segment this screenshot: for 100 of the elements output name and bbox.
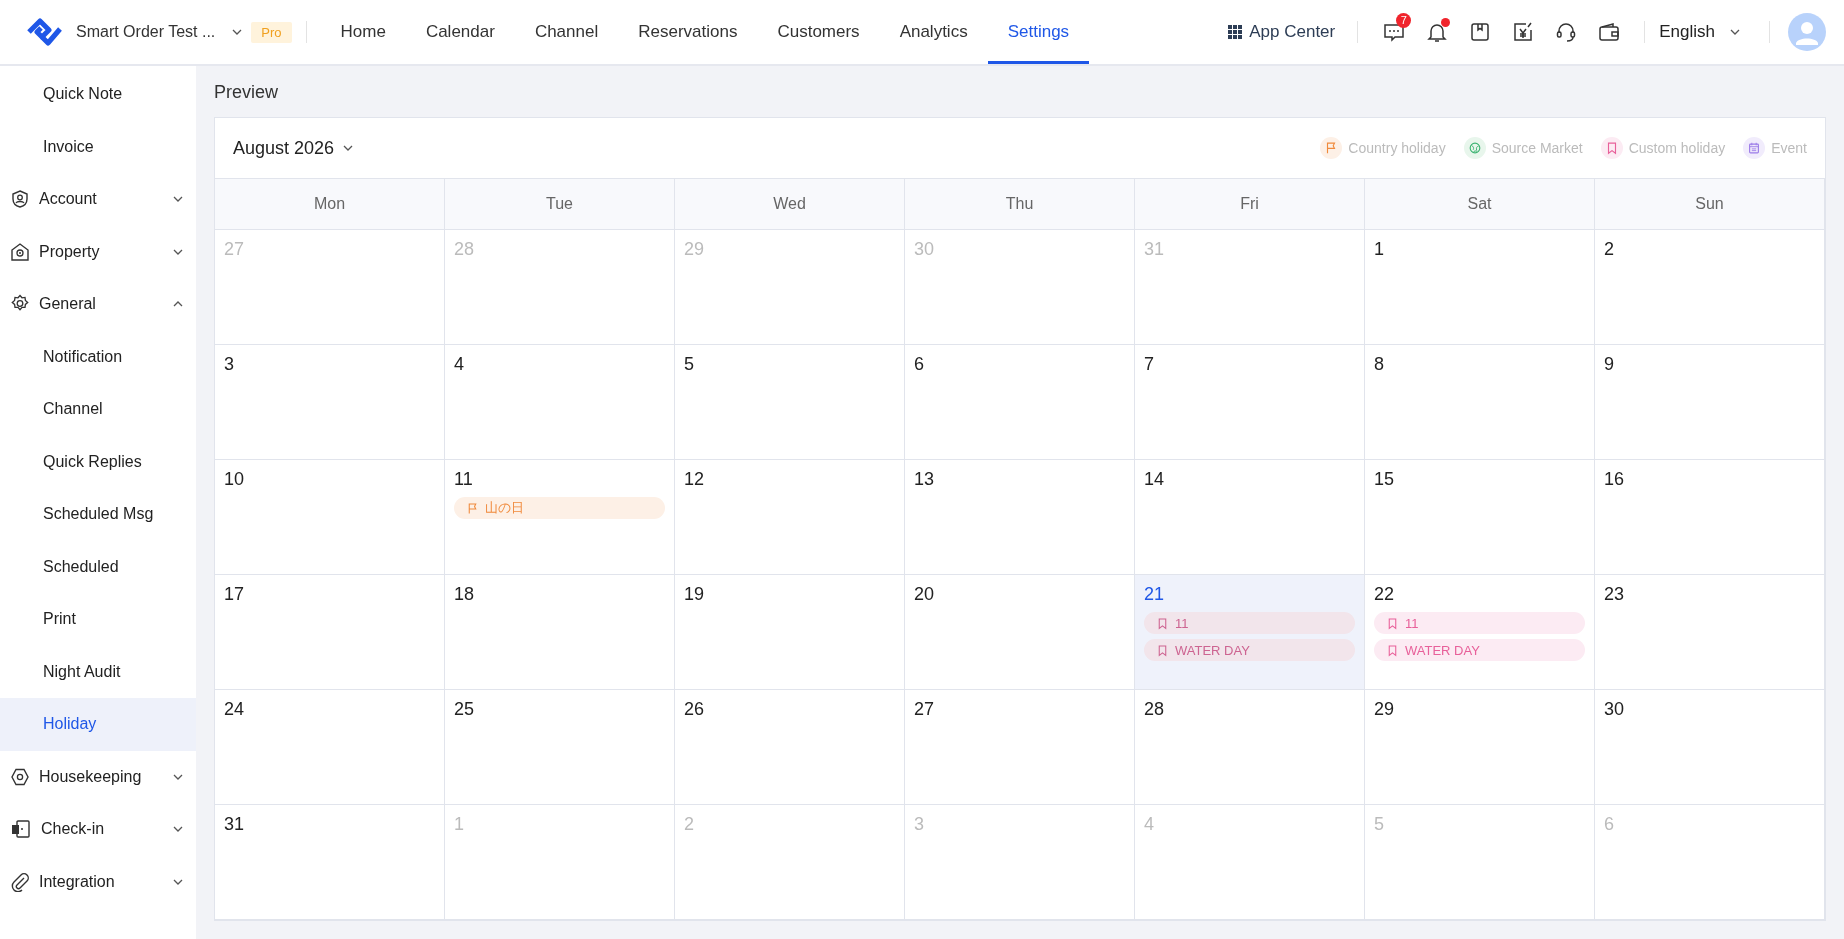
notification-badge: 7 bbox=[1396, 13, 1412, 28]
headset-icon[interactable] bbox=[1554, 21, 1577, 43]
day-cell[interactable]: 9 bbox=[1595, 345, 1825, 460]
sidebar-item[interactable]: Quick Note bbox=[0, 68, 196, 121]
legend-label: Event bbox=[1771, 140, 1807, 156]
day-cell[interactable]: 13 bbox=[905, 460, 1135, 575]
day-number: 19 bbox=[684, 584, 705, 605]
day-cell[interactable]: 16 bbox=[1595, 460, 1825, 575]
bookmark-icon bbox=[1156, 616, 1169, 630]
day-number: 21 bbox=[1144, 584, 1165, 605]
day-number: 27 bbox=[914, 699, 935, 720]
section-title: Preview bbox=[214, 82, 280, 103]
day-number: 4 bbox=[454, 354, 464, 375]
day-number: 5 bbox=[1374, 814, 1384, 835]
day-number: 27 bbox=[224, 239, 245, 260]
month-selector[interactable]: August 2026 bbox=[233, 137, 355, 159]
day-cell[interactable]: 23 bbox=[1595, 575, 1825, 690]
app-center-link[interactable]: App Center bbox=[1249, 22, 1336, 42]
day-cell[interactable]: 26 bbox=[675, 690, 905, 805]
logo-icon[interactable] bbox=[26, 18, 62, 46]
grid-icon[interactable] bbox=[1228, 25, 1243, 39]
day-cell[interactable]: 5 bbox=[675, 345, 905, 460]
nav-tab[interactable]: Customers bbox=[757, 3, 880, 64]
day-number: 6 bbox=[914, 354, 924, 375]
day-cell[interactable]: 17 bbox=[215, 575, 445, 690]
nav-tab[interactable]: Channel bbox=[514, 3, 619, 64]
wallet-icon[interactable] bbox=[1597, 21, 1620, 43]
nav-tab[interactable]: Calendar bbox=[405, 3, 515, 64]
day-cell[interactable]: 18 bbox=[445, 575, 675, 690]
nav-tab[interactable]: Analytics bbox=[879, 3, 988, 64]
day-cell[interactable]: 11 山の日 bbox=[445, 460, 675, 575]
sidebar-group[interactable]: Integration bbox=[0, 855, 196, 908]
sidebar-item[interactable]: Invoice bbox=[0, 120, 196, 173]
day-cell[interactable]: 10 bbox=[215, 460, 445, 575]
plan-badge: Pro bbox=[251, 21, 292, 43]
day-number: 14 bbox=[1144, 469, 1165, 490]
nav-tab[interactable]: Settings bbox=[987, 3, 1090, 64]
flag-icon bbox=[466, 501, 479, 515]
day-number: 5 bbox=[684, 354, 694, 375]
sidebar-group[interactable]: General bbox=[0, 278, 196, 331]
nav-tab[interactable]: Reservations bbox=[618, 3, 758, 64]
day-cell[interactable]: 24 bbox=[215, 690, 445, 805]
day-number: 30 bbox=[914, 239, 935, 260]
day-number: 3 bbox=[224, 354, 234, 375]
day-number: 16 bbox=[1604, 469, 1625, 490]
hexagon-icon bbox=[10, 766, 30, 787]
day-cell[interactable]: 7 bbox=[1135, 345, 1365, 460]
sidebar-group[interactable]: Check-in bbox=[0, 803, 196, 856]
day-cell[interactable]: 25 bbox=[445, 690, 675, 805]
sidebar-group[interactable]: Housekeeping bbox=[0, 750, 196, 803]
day-number: 26 bbox=[684, 699, 705, 720]
day-cell[interactable]: 19 bbox=[675, 575, 905, 690]
day-number: 25 bbox=[454, 699, 475, 720]
weekday-header: Mon bbox=[215, 179, 445, 230]
language-selector[interactable]: English bbox=[1659, 22, 1715, 42]
day-number: 18 bbox=[454, 584, 475, 605]
sidebar-group[interactable]: Account bbox=[0, 173, 196, 226]
sidebar-item[interactable]: Print bbox=[0, 593, 196, 646]
day-cell[interactable]: 6 bbox=[905, 345, 1135, 460]
day-cell[interactable]: 3 bbox=[215, 345, 445, 460]
day-number: 15 bbox=[1374, 469, 1395, 490]
day-cell[interactable]: 30 bbox=[1595, 690, 1825, 805]
day-number: 24 bbox=[224, 699, 245, 720]
sidebar-item[interactable]: Holiday bbox=[0, 698, 196, 751]
day-number: 4 bbox=[1144, 814, 1154, 835]
weekday-header: Sat bbox=[1365, 179, 1595, 230]
sidebar-group[interactable]: Property bbox=[0, 225, 196, 278]
property-name[interactable]: Smart Order Test ... bbox=[76, 23, 216, 41]
day-cell[interactable]: 4 bbox=[445, 345, 675, 460]
day-cell[interactable]: 31 bbox=[215, 805, 445, 920]
day-number: 11 bbox=[454, 469, 473, 490]
bookmark-icon bbox=[1156, 643, 1169, 657]
day-cell[interactable]: 2 bbox=[1595, 230, 1825, 345]
yen-receipt-icon[interactable] bbox=[1511, 21, 1534, 43]
paperclip-icon bbox=[10, 871, 30, 892]
bookmark-icon[interactable] bbox=[1468, 21, 1491, 43]
day-cell[interactable]: 12 bbox=[675, 460, 905, 575]
sidebar-item[interactable]: Scheduled bbox=[0, 540, 196, 593]
day-number: 1 bbox=[454, 814, 464, 835]
day-cell[interactable]: 8 bbox=[1365, 345, 1595, 460]
sidebar-item[interactable]: Channel bbox=[0, 383, 196, 436]
nav-tab[interactable]: Home bbox=[320, 3, 406, 64]
bell-icon[interactable] bbox=[1425, 21, 1448, 43]
sidebar-item[interactable]: Scheduled Msg bbox=[0, 488, 196, 541]
day-number: 29 bbox=[1374, 699, 1395, 720]
day-cell[interactable]: 27 bbox=[905, 690, 1135, 805]
legend-label: Country holiday bbox=[1348, 140, 1446, 156]
shield-user-icon bbox=[10, 189, 30, 210]
day-number: 2 bbox=[1604, 239, 1614, 260]
sidebar-item[interactable]: Notification bbox=[0, 330, 196, 383]
day-cell[interactable]: 1 bbox=[1365, 230, 1595, 345]
day-number: 1 bbox=[1374, 239, 1384, 260]
globe-icon bbox=[1467, 141, 1482, 155]
sidebar-item[interactable]: Night Audit bbox=[0, 645, 196, 698]
day-cell[interactable]: 15 bbox=[1365, 460, 1595, 575]
day-cell[interactable]: 28 bbox=[1135, 690, 1365, 805]
day-cell[interactable]: 29 bbox=[1365, 690, 1595, 805]
sidebar-item[interactable]: Quick Replies bbox=[0, 435, 196, 488]
calendar-icon bbox=[1747, 141, 1762, 155]
day-number: 6 bbox=[1604, 814, 1614, 835]
